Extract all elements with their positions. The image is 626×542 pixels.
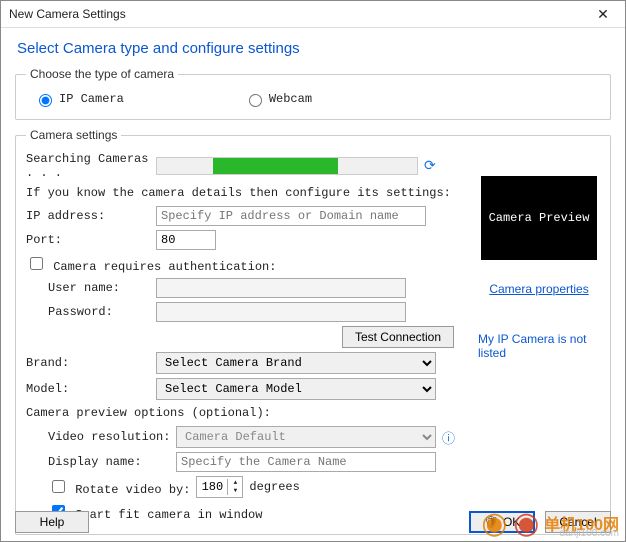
ok-button[interactable]: 🛡OK [469,511,535,533]
test-connection-button[interactable]: Test Connection [342,326,454,348]
radio-ip-camera[interactable]: IP Camera [34,91,124,107]
camera-type-group: Choose the type of camera IP Camera Webc… [15,67,611,120]
search-label: Searching Cameras . . . [26,152,156,180]
ip-label: IP address: [26,209,156,223]
dialog-window: New Camera Settings ✕ Select Camera type… [0,0,626,542]
preview-opts-label: Camera preview options (optional): [26,406,462,420]
titlebar: New Camera Settings ✕ [1,1,625,28]
cancel-button[interactable]: Cancel [545,511,611,533]
rotate-checkbox[interactable] [52,480,65,493]
known-hint: If you know the camera details then conf… [26,186,462,200]
port-label: Port: [26,233,156,247]
display-name-label: Display name: [26,455,176,469]
help-button[interactable]: Help [15,511,89,533]
info-icon[interactable]: ⓘ [442,428,455,447]
search-row: Searching Cameras . . . ⟳ [26,152,462,180]
rotate-spinner[interactable]: ▲▼ [196,476,243,498]
password-label: Password: [26,305,156,319]
window-title: New Camera Settings [9,7,126,21]
camera-properties-link[interactable]: Camera properties [489,282,588,296]
camera-type-radios: IP Camera Webcam [26,91,600,107]
content: Select Camera type and configure setting… [1,28,625,541]
radio-ip-camera-input[interactable] [39,94,52,107]
camera-preview-text: Camera Preview [489,211,590,225]
display-name-input[interactable] [176,452,436,472]
rotate-suffix: degrees [249,480,299,494]
close-button[interactable]: ✕ [583,6,623,23]
radio-webcam[interactable]: Webcam [244,91,312,107]
ip-input[interactable] [156,206,426,226]
camera-preview-box: Camera Preview [481,176,597,260]
camera-type-legend: Choose the type of camera [26,67,178,81]
not-listed-link[interactable]: My IP Camera is not listed [478,332,600,360]
port-input[interactable] [156,230,216,250]
password-input[interactable] [156,302,406,322]
refresh-icon[interactable]: ⟳ [424,158,436,175]
page-heading: Select Camera type and configure setting… [17,40,611,57]
camera-settings-group: Camera settings Searching Cameras . . . … [15,128,611,535]
model-select[interactable]: Select Camera Model [156,378,436,400]
model-label: Model: [26,382,156,396]
shield-icon: 🛡 [484,515,499,529]
auth-checkbox[interactable] [30,257,43,270]
rotate-checkbox-label[interactable]: Rotate video by: [48,477,190,497]
camera-settings-legend: Camera settings [26,128,121,142]
radio-ip-camera-label: IP Camera [59,92,124,106]
user-label: User name: [26,281,156,295]
search-progress [156,157,418,175]
radio-webcam-label: Webcam [269,92,312,106]
video-res-select[interactable]: Camera Default [176,426,436,448]
radio-webcam-input[interactable] [249,94,262,107]
brand-select[interactable]: Select Camera Brand [156,352,436,374]
auth-checkbox-label[interactable]: Camera requires authentication: [26,254,276,274]
rotate-value[interactable] [197,478,227,496]
brand-label: Brand: [26,356,156,370]
video-res-label: Video resolution: [26,430,176,444]
user-input[interactable] [156,278,406,298]
footer: Help 🛡OK Cancel [15,511,611,533]
